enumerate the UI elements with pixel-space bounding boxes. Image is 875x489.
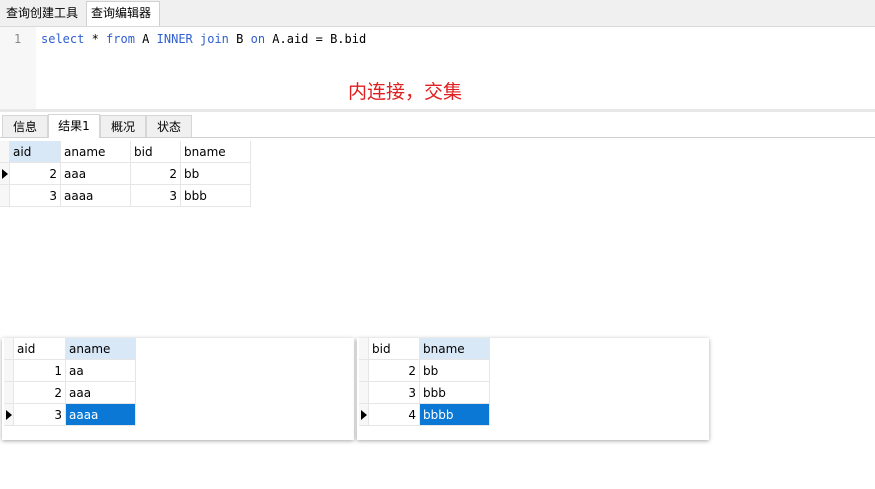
table-cell[interactable]: 2	[10, 163, 61, 185]
tab-query-editor[interactable]: 查询编辑器	[86, 1, 160, 26]
table-cell[interactable]: 1	[14, 360, 66, 382]
query-tab-bar: 查询创建工具 查询编辑器	[0, 0, 875, 27]
sql-keyword: on	[250, 32, 266, 46]
sql-keyword: select	[41, 32, 85, 46]
sql-keyword: join	[200, 32, 229, 46]
header-indicator	[359, 338, 369, 360]
row-indicator[interactable]	[0, 185, 10, 207]
row-indicator[interactable]	[0, 163, 10, 185]
current-row-arrow-icon	[2, 169, 8, 179]
annotation-note: 内连接，交集	[348, 81, 463, 103]
table-cell[interactable]: 3	[131, 185, 181, 207]
sql-text: B	[228, 32, 251, 46]
table-cell[interactable]: aaaa	[61, 185, 131, 207]
table-cell[interactable]: 4	[369, 404, 420, 426]
row-indicator[interactable]	[4, 360, 14, 382]
row-indicator[interactable]	[4, 404, 14, 426]
column-header-aname[interactable]: aname	[61, 141, 131, 163]
column-header-bname[interactable]: bname	[420, 338, 490, 360]
table-cell[interactable]: bbb	[420, 382, 490, 404]
sql-code-line[interactable]: select * from A INNER join B on A.aid = …	[41, 32, 366, 46]
line-number: 1	[14, 32, 22, 46]
row-indicator[interactable]	[359, 404, 369, 426]
sql-text: A.aid = B.bid	[265, 32, 367, 46]
column-header-bname[interactable]: bname	[181, 141, 251, 163]
table-cell[interactable]: bb	[420, 360, 490, 382]
header-indicator	[4, 338, 14, 360]
tab-info[interactable]: 信息	[2, 115, 48, 137]
row-indicator[interactable]	[359, 382, 369, 404]
current-row-arrow-icon	[361, 410, 367, 420]
column-header-aid[interactable]: aid	[10, 141, 61, 163]
sql-keyword: from	[106, 32, 135, 46]
tab-query-builder[interactable]: 查询创建工具	[2, 2, 84, 25]
table-cell[interactable]: bb	[181, 163, 251, 185]
table-cell[interactable]: 2	[14, 382, 66, 404]
table-b-panel: bid bname 2 bb 3 bbb 4 bbbb	[357, 338, 709, 440]
selected-cell[interactable]: bbbb	[420, 404, 490, 426]
table-cell[interactable]: aaa	[61, 163, 131, 185]
result-tab-bar: 信息 结果1 概况 状态	[0, 112, 875, 138]
column-header-aid[interactable]: aid	[14, 338, 66, 360]
selected-cell[interactable]: aaaa	[66, 404, 136, 426]
table-cell[interactable]: 2	[369, 360, 420, 382]
sql-keyword: INNER	[156, 32, 193, 46]
table-cell[interactable]: aaa	[66, 382, 136, 404]
sql-editor[interactable]: 1 select * from A INNER join B on A.aid …	[0, 27, 875, 109]
table-a-panel: aid aname 1 aa 2 aaa 3 aaaa	[2, 338, 354, 440]
table-cell[interactable]: aa	[66, 360, 136, 382]
sql-text: A	[134, 32, 157, 46]
table-cell[interactable]: 3	[369, 382, 420, 404]
line-gutter: 1	[0, 27, 36, 109]
row-indicator[interactable]	[4, 382, 14, 404]
tab-profile[interactable]: 概况	[100, 115, 146, 137]
tab-result1[interactable]: 结果1	[48, 114, 100, 138]
table-cell[interactable]: 3	[14, 404, 66, 426]
column-header-bid[interactable]: bid	[369, 338, 420, 360]
tab-status[interactable]: 状态	[146, 115, 192, 137]
table-cell[interactable]: 3	[10, 185, 61, 207]
table-cell[interactable]: 2	[131, 163, 181, 185]
column-header-bid[interactable]: bid	[131, 141, 181, 163]
column-header-aname[interactable]: aname	[66, 338, 136, 360]
row-indicator[interactable]	[359, 360, 369, 382]
table-cell[interactable]: bbb	[181, 185, 251, 207]
sql-text: *	[84, 32, 107, 46]
current-row-arrow-icon	[6, 410, 12, 420]
header-indicator	[0, 141, 10, 163]
